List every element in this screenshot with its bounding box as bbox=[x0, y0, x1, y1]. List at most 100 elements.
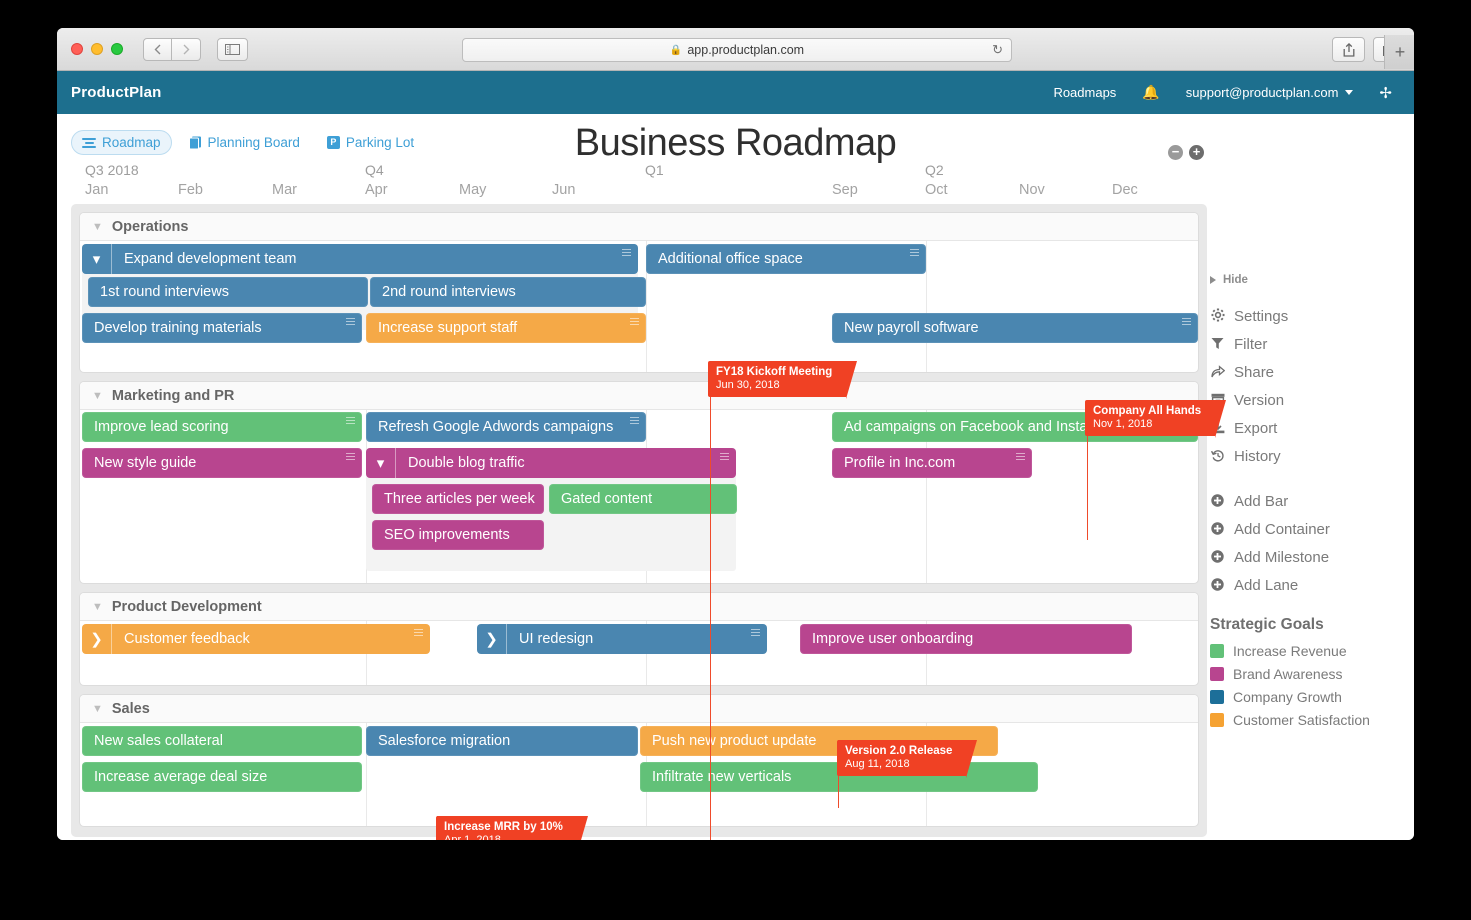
plus-circle-icon bbox=[1210, 521, 1225, 538]
lane-header[interactable]: ▼ Product Development bbox=[80, 593, 1198, 621]
user-menu[interactable]: support@productplan.com bbox=[1186, 85, 1354, 100]
milestone-flag[interactable]: Version 2.0 Release Aug 11, 2018 bbox=[837, 740, 978, 779]
chrome-right-buttons: + bbox=[1332, 35, 1414, 69]
month-label: Jun bbox=[552, 182, 576, 198]
roadmap-bar[interactable]: 1st round interviews bbox=[88, 277, 368, 307]
drag-handle-icon[interactable] bbox=[622, 247, 631, 258]
hide-sidebar-button[interactable]: Hide bbox=[1210, 274, 1400, 286]
quarter-label: Q3 2018 bbox=[85, 162, 139, 178]
forward-button[interactable] bbox=[172, 37, 201, 61]
sidebar-item-filter[interactable]: Filter bbox=[1210, 336, 1400, 353]
drag-handle-icon[interactable] bbox=[630, 415, 639, 426]
sidebar-item-add-lane[interactable]: Add Lane bbox=[1210, 577, 1400, 594]
roadmap-container-bar[interactable]: ▾ Expand development team bbox=[82, 244, 638, 274]
roadmap-container-bar[interactable]: ❯ Customer feedback bbox=[82, 624, 430, 654]
lane-body: New sales collateral Salesforce migration… bbox=[80, 723, 1198, 826]
roadmap-bar[interactable]: Refresh Google Adwords campaigns bbox=[366, 412, 646, 442]
address-bar[interactable]: 🔒 app.productplan.com ↻ bbox=[462, 38, 1012, 62]
chevron-down-icon[interactable]: ▾ bbox=[82, 244, 112, 274]
minimize-window-button[interactable] bbox=[91, 43, 103, 55]
legend-item[interactable]: Company Growth bbox=[1210, 689, 1400, 705]
zoom-out-button[interactable]: − bbox=[1168, 145, 1183, 160]
drag-handle-icon[interactable] bbox=[346, 451, 355, 462]
roadmap-bar-label: Increase average deal size bbox=[94, 769, 268, 785]
sidebar-item-add-milestone[interactable]: Add Milestone bbox=[1210, 549, 1400, 566]
sidebar-item-add-container[interactable]: Add Container bbox=[1210, 521, 1400, 538]
roadmap-container-bar[interactable]: ❯ UI redesign bbox=[477, 624, 767, 654]
lane-header[interactable]: ▼ Marketing and PR bbox=[80, 382, 1198, 410]
drag-handle-icon[interactable] bbox=[630, 316, 639, 327]
roadmap-bar[interactable]: New sales collateral bbox=[82, 726, 362, 756]
roadmap-bar[interactable]: SEO improvements bbox=[372, 520, 544, 550]
milestone-flag[interactable]: FY18 Kickoff Meeting Jun 30, 2018 bbox=[708, 361, 858, 400]
roadmap-bar[interactable]: Three articles per week bbox=[372, 484, 544, 514]
chevron-right-icon[interactable]: ❯ bbox=[82, 624, 112, 654]
drag-handle-icon[interactable] bbox=[910, 247, 919, 258]
legend-item[interactable]: Increase Revenue bbox=[1210, 643, 1400, 659]
roadmap-container-bar[interactable]: ▾ Double blog traffic bbox=[366, 448, 736, 478]
zoom-in-button[interactable]: + bbox=[1189, 145, 1204, 160]
roadmaps-nav-link[interactable]: Roadmaps bbox=[1053, 85, 1116, 100]
month-label: Mar bbox=[272, 182, 297, 198]
app-brand[interactable]: ProductPlan bbox=[71, 84, 162, 101]
roadmap-bar[interactable]: New style guide bbox=[82, 448, 362, 478]
month-label: Sep bbox=[832, 182, 858, 198]
url-text: app.productplan.com bbox=[687, 43, 805, 57]
plus-circle-icon bbox=[1210, 577, 1225, 594]
chevron-down-icon[interactable]: ▼ bbox=[92, 703, 103, 715]
expand-icon[interactable]: ✢ bbox=[1379, 84, 1392, 102]
roadmap-bar[interactable]: Salesforce migration bbox=[366, 726, 638, 756]
chevron-down-icon[interactable]: ▼ bbox=[92, 390, 103, 402]
roadmap-bar[interactable]: Increase support staff bbox=[366, 313, 646, 343]
close-window-button[interactable] bbox=[71, 43, 83, 55]
drag-handle-icon[interactable] bbox=[720, 451, 729, 462]
sidebar-item-version[interactable]: Version bbox=[1210, 392, 1400, 409]
roadmap-bar[interactable]: Develop training materials bbox=[82, 313, 362, 343]
nav-buttons bbox=[143, 37, 201, 61]
roadmap-bar[interactable]: Gated content bbox=[549, 484, 737, 514]
bell-icon[interactable]: 🔔 bbox=[1142, 84, 1159, 101]
drag-handle-icon[interactable] bbox=[1182, 316, 1191, 327]
share-button[interactable] bbox=[1332, 37, 1365, 62]
month-label: Dec bbox=[1112, 182, 1138, 198]
chevron-down-icon[interactable]: ▼ bbox=[92, 601, 103, 613]
sidebar-item-export[interactable]: Export bbox=[1210, 420, 1400, 437]
roadmap-bar[interactable]: Improve lead scoring bbox=[82, 412, 362, 442]
lane-header[interactable]: ▼ Sales bbox=[80, 695, 1198, 723]
month-label: Feb bbox=[178, 182, 203, 198]
sidebar-item-share[interactable]: Share bbox=[1210, 364, 1400, 381]
reload-icon[interactable]: ↻ bbox=[992, 42, 1003, 58]
roadmap-bar[interactable]: Increase average deal size bbox=[82, 762, 362, 792]
roadmap-bar[interactable]: Additional office space bbox=[646, 244, 926, 274]
legend-item[interactable]: Brand Awareness bbox=[1210, 666, 1400, 682]
drag-handle-icon[interactable] bbox=[346, 316, 355, 327]
roadmap-bar[interactable]: New payroll software bbox=[832, 313, 1198, 343]
chevron-right-icon[interactable]: ❯ bbox=[477, 624, 507, 654]
sidebar-item-history[interactable]: History bbox=[1210, 448, 1400, 465]
roadmap-bar[interactable]: 2nd round interviews bbox=[370, 277, 646, 307]
roadmap-bar[interactable]: Improve user onboarding bbox=[800, 624, 1132, 654]
back-button[interactable] bbox=[143, 37, 172, 61]
app-header-right: Roadmaps 🔔 support@productplan.com ✢ bbox=[1053, 84, 1392, 102]
legend-item[interactable]: Customer Satisfaction bbox=[1210, 712, 1400, 728]
drag-handle-icon[interactable] bbox=[414, 627, 423, 638]
sidebar-item-settings[interactable]: Settings bbox=[1210, 308, 1400, 325]
milestone-flag[interactable]: Increase MRR by 10%Apr 1, 2018 bbox=[436, 816, 588, 840]
roadmap-bar-label: Increase support staff bbox=[378, 320, 518, 336]
maximize-window-button[interactable] bbox=[111, 43, 123, 55]
new-tab-button[interactable]: + bbox=[1384, 35, 1414, 69]
roadmap-bar-label: Refresh Google Adwords campaigns bbox=[378, 419, 614, 435]
chevron-down-icon[interactable]: ▼ bbox=[92, 221, 103, 233]
roadmap-bar[interactable]: Profile in Inc.com bbox=[832, 448, 1032, 478]
sidebar-item-label: Filter bbox=[1234, 336, 1268, 353]
drag-handle-icon[interactable] bbox=[1016, 451, 1025, 462]
sidebar-item-add-bar[interactable]: Add Bar bbox=[1210, 493, 1400, 510]
lane-header[interactable]: ▼ Operations bbox=[80, 213, 1198, 241]
sidebar-toggle-button[interactable] bbox=[217, 37, 248, 61]
lane-title: Operations bbox=[111, 218, 189, 235]
chevron-down-icon[interactable]: ▾ bbox=[366, 448, 396, 478]
drag-handle-icon[interactable] bbox=[751, 627, 760, 638]
sidebar-item-label: Version bbox=[1234, 392, 1285, 409]
drag-handle-icon[interactable] bbox=[346, 415, 355, 426]
milestone-flag[interactable]: Company All Hands Nov 1, 2018 bbox=[1085, 400, 1227, 439]
